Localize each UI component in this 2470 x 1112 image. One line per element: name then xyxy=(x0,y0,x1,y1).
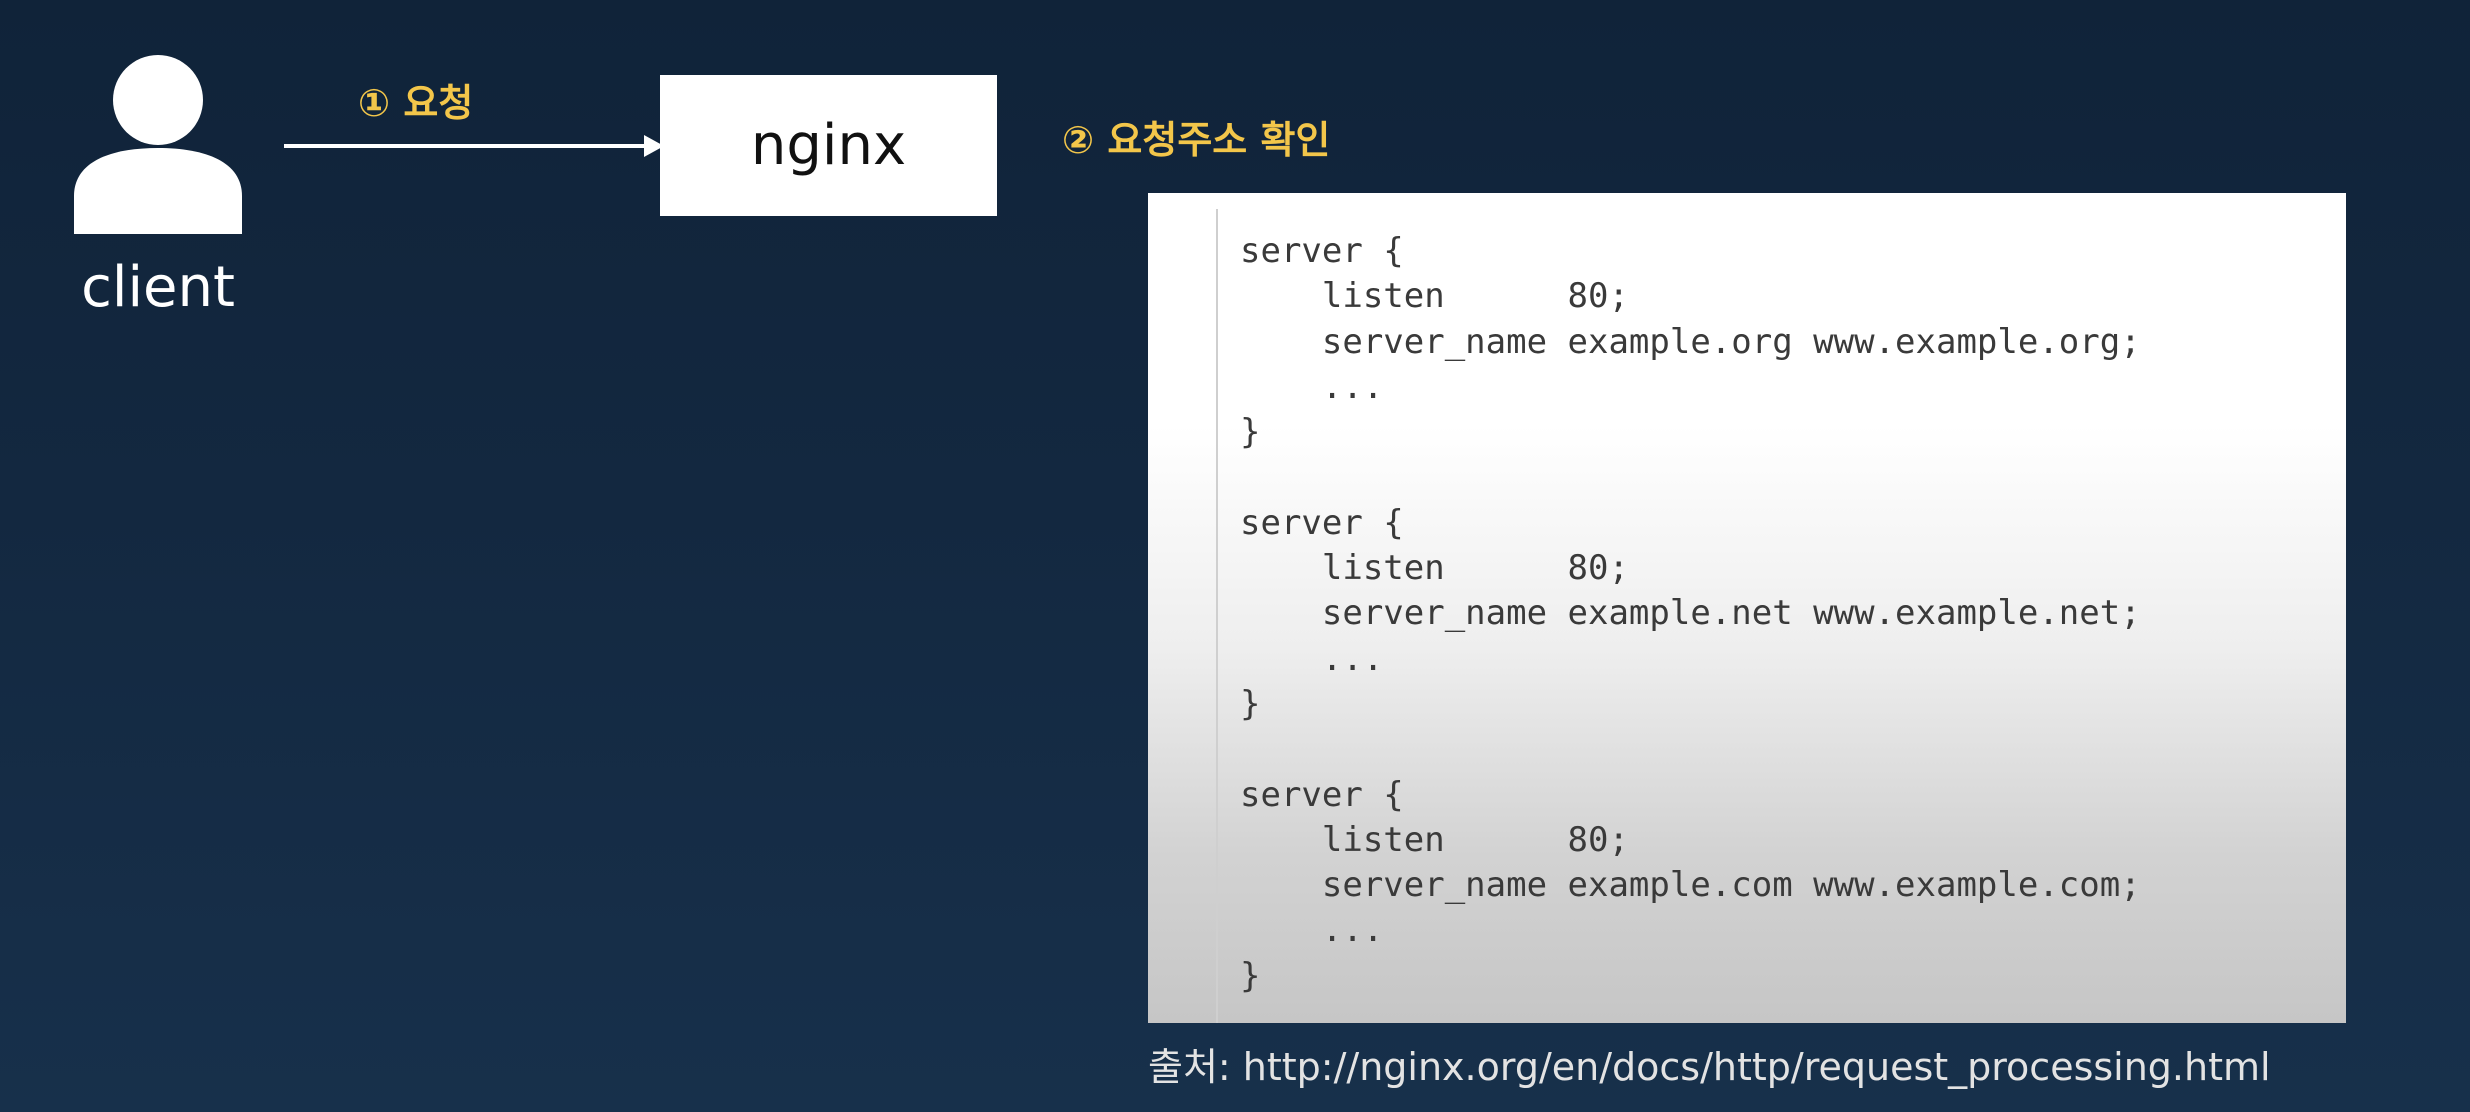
arrow-right-icon xyxy=(284,132,664,160)
nginx-label: nginx xyxy=(750,113,907,178)
step1-label: ① 요청 xyxy=(358,81,474,125)
config-code-panel: server { listen 80; server_name example.… xyxy=(1148,193,2346,1023)
config-code: server { listen 80; server_name example.… xyxy=(1240,231,2141,996)
code-gutter-line xyxy=(1216,209,1218,1023)
nginx-box: nginx xyxy=(660,75,997,216)
person-icon xyxy=(72,54,244,236)
step2-label: ② 요청주소 확인 xyxy=(1062,118,1331,162)
source-citation: 출처: http://nginx.org/en/docs/http/reques… xyxy=(1148,1045,2271,1089)
client-label: client xyxy=(81,255,235,320)
